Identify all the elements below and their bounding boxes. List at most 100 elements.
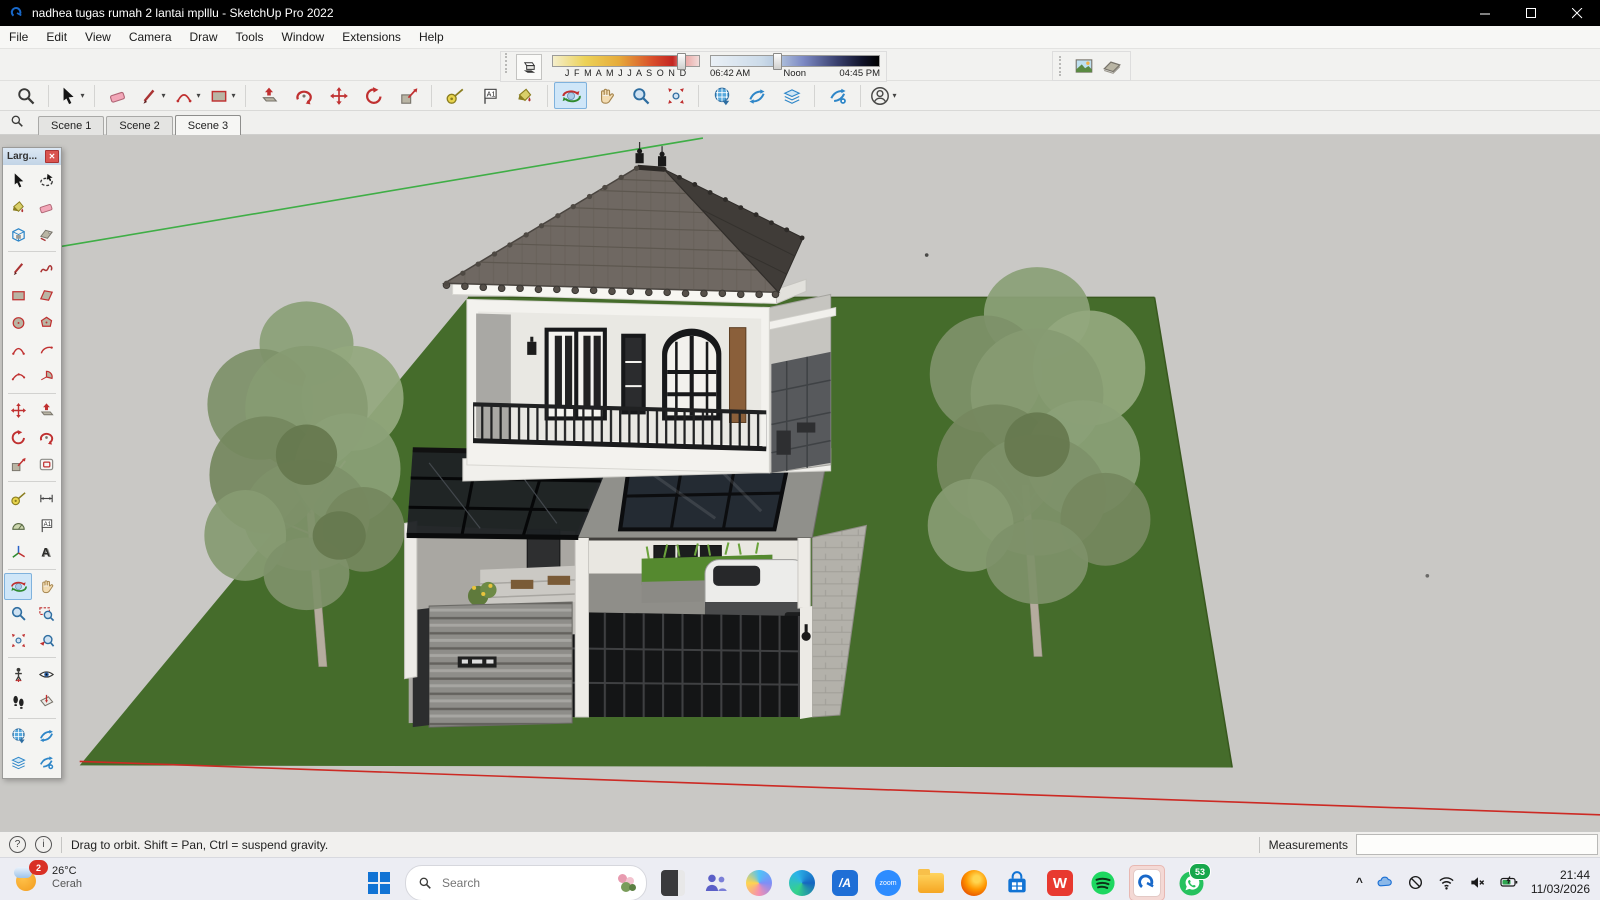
palette-tool-text[interactable] bbox=[32, 512, 60, 539]
palette-tool-dimension[interactable] bbox=[32, 485, 60, 512]
palette-tool-polygon[interactable] bbox=[32, 309, 60, 336]
taskbar-clock[interactable]: 21:44 11/03/2026 bbox=[1531, 868, 1590, 896]
maximize-button[interactable] bbox=[1508, 0, 1554, 26]
taskbar-app-copilot[interactable] bbox=[742, 866, 776, 900]
taskbar-app-firefox[interactable] bbox=[957, 866, 991, 900]
taskbar-app-microsoft-store[interactable] bbox=[1000, 866, 1034, 900]
palette-tool-look-around[interactable] bbox=[32, 661, 60, 688]
shadow-date-slider[interactable]: J F M A M J J A S O N D bbox=[552, 53, 700, 78]
text-tool-button[interactable] bbox=[473, 82, 506, 109]
palette-tool-push-pull[interactable] bbox=[32, 397, 60, 424]
palette-tool-orbit[interactable] bbox=[4, 573, 32, 600]
measurements-input[interactable] bbox=[1356, 834, 1598, 855]
menu-window[interactable]: Window bbox=[273, 30, 334, 44]
rectangle-dropdown-caret[interactable]: ▾ bbox=[231, 91, 235, 100]
search-input[interactable] bbox=[440, 875, 606, 891]
tab-scene-1[interactable]: Scene 1 bbox=[38, 116, 104, 135]
taskbar-app-zoom[interactable]: zoom bbox=[871, 866, 905, 900]
palette-tool-two-point-arc[interactable] bbox=[4, 336, 32, 363]
volume-muted-icon[interactable] bbox=[1469, 873, 1487, 891]
palette-tool-3d-text[interactable] bbox=[32, 539, 60, 566]
menu-help[interactable]: Help bbox=[410, 30, 453, 44]
palette-tool-pie[interactable] bbox=[32, 363, 60, 390]
palette-tool-offset[interactable] bbox=[32, 451, 60, 478]
time-slider-thumb[interactable] bbox=[773, 53, 782, 70]
share-component-button[interactable] bbox=[775, 82, 808, 109]
palette-tool-line[interactable] bbox=[4, 255, 32, 282]
taskbar-app-spotify[interactable] bbox=[1086, 866, 1120, 900]
menu-tools[interactable]: Tools bbox=[227, 30, 273, 44]
palette-close-button[interactable]: ✕ bbox=[45, 150, 59, 163]
arc-tool-button[interactable]: ▾ bbox=[171, 82, 204, 109]
palette-tool-section-plane[interactable] bbox=[32, 688, 60, 715]
palette-tool-arc[interactable] bbox=[32, 336, 60, 363]
palette-tool-zoom-previous[interactable] bbox=[32, 627, 60, 654]
palette-tool-circle[interactable] bbox=[4, 309, 32, 336]
palette-tool-pan[interactable] bbox=[32, 573, 60, 600]
menu-extensions[interactable]: Extensions bbox=[333, 30, 410, 44]
line-dropdown-caret[interactable]: ▾ bbox=[161, 91, 165, 100]
palette-tool-move[interactable] bbox=[4, 397, 32, 424]
taskbar-search[interactable] bbox=[405, 865, 647, 900]
palette-tool-tape-measure[interactable] bbox=[4, 485, 32, 512]
palette-tool-paint-bucket[interactable] bbox=[4, 194, 32, 221]
pan-tool-button[interactable] bbox=[589, 82, 622, 109]
taskbar-app-photos[interactable] bbox=[656, 866, 690, 900]
taskbar-app-whatsapp[interactable]: 53 bbox=[1174, 866, 1208, 900]
taskbar-app-wps-office[interactable]: W bbox=[1043, 866, 1077, 900]
tab-scene-2[interactable]: Scene 2 bbox=[106, 116, 172, 135]
palette-tool-axes[interactable] bbox=[4, 539, 32, 566]
scale-tool-button[interactable] bbox=[392, 82, 425, 109]
palette-tool-scale[interactable] bbox=[4, 451, 32, 478]
help-icon[interactable]: ? bbox=[9, 836, 26, 853]
taskbar-app-file-explorer[interactable] bbox=[914, 866, 948, 900]
wifi-icon[interactable] bbox=[1438, 873, 1456, 891]
zoom-tool-button[interactable] bbox=[624, 82, 657, 109]
tray-chevron-up-icon[interactable]: ^ bbox=[1356, 875, 1363, 889]
palette-tool-protractor[interactable] bbox=[4, 512, 32, 539]
tab-scene-3[interactable]: Scene 3 bbox=[175, 115, 241, 135]
taskbar-app-sketchup-active[interactable] bbox=[1129, 865, 1165, 900]
palette-tool-rotated-rectangle[interactable] bbox=[32, 282, 60, 309]
palette-tool-3d-warehouse[interactable] bbox=[4, 722, 32, 749]
toolbar-grip[interactable] bbox=[1059, 56, 1065, 76]
select-tool-button[interactable]: ▾ bbox=[55, 82, 88, 109]
menu-camera[interactable]: Camera bbox=[120, 30, 181, 44]
palette-tool-rotate[interactable] bbox=[4, 424, 32, 451]
palette-title-bar[interactable]: Larg... ✕ bbox=[3, 148, 61, 165]
palette-tool-rectangle[interactable] bbox=[4, 282, 32, 309]
date-slider-thumb[interactable] bbox=[677, 53, 686, 70]
account-dropdown-caret[interactable]: ▾ bbox=[892, 91, 896, 100]
palette-tool-walk[interactable] bbox=[4, 688, 32, 715]
start-button[interactable] bbox=[362, 866, 396, 900]
palette-tool-three-point-arc[interactable] bbox=[4, 363, 32, 390]
palette-tool-follow-me[interactable] bbox=[32, 424, 60, 451]
menu-view[interactable]: View bbox=[76, 30, 120, 44]
scene-search-icon[interactable] bbox=[10, 114, 24, 131]
palette-tool-zoom-window[interactable] bbox=[32, 600, 60, 627]
palette-tool-select[interactable] bbox=[4, 167, 32, 194]
taskbar-app-teams[interactable] bbox=[699, 866, 733, 900]
palette-tool-freehand[interactable] bbox=[32, 255, 60, 282]
3d-warehouse-button[interactable] bbox=[705, 82, 738, 109]
minimize-button[interactable] bbox=[1462, 0, 1508, 26]
zoom-extents-button[interactable] bbox=[659, 82, 692, 109]
shadow-time-slider[interactable]: 06:42 AM Noon 04:45 PM bbox=[710, 53, 880, 79]
palette-tool-share-model[interactable] bbox=[32, 722, 60, 749]
shadows-toggle-button[interactable] bbox=[516, 54, 542, 80]
weather-widget[interactable]: 2 26°C Cerah bbox=[14, 863, 82, 893]
arc-dropdown-caret[interactable]: ▾ bbox=[196, 91, 200, 100]
move-tool-button[interactable] bbox=[322, 82, 355, 109]
palette-tool-make-component[interactable] bbox=[4, 221, 32, 248]
taskbar-app-edge[interactable] bbox=[785, 866, 819, 900]
palette-tool-zoom-extents[interactable] bbox=[4, 627, 32, 654]
taskbar-app-ia[interactable]: /A bbox=[828, 866, 862, 900]
palette-tool-share-component[interactable] bbox=[4, 749, 32, 776]
palette-tool-eraser[interactable] bbox=[32, 194, 60, 221]
palette-tool-lasso-select[interactable] bbox=[32, 167, 60, 194]
search-tool-button[interactable] bbox=[9, 82, 42, 109]
photo-textures-button[interactable] bbox=[1070, 53, 1098, 79]
follow-me-tool-button[interactable] bbox=[287, 82, 320, 109]
share-model-button[interactable] bbox=[740, 82, 773, 109]
palette-tool-position-camera[interactable] bbox=[4, 661, 32, 688]
